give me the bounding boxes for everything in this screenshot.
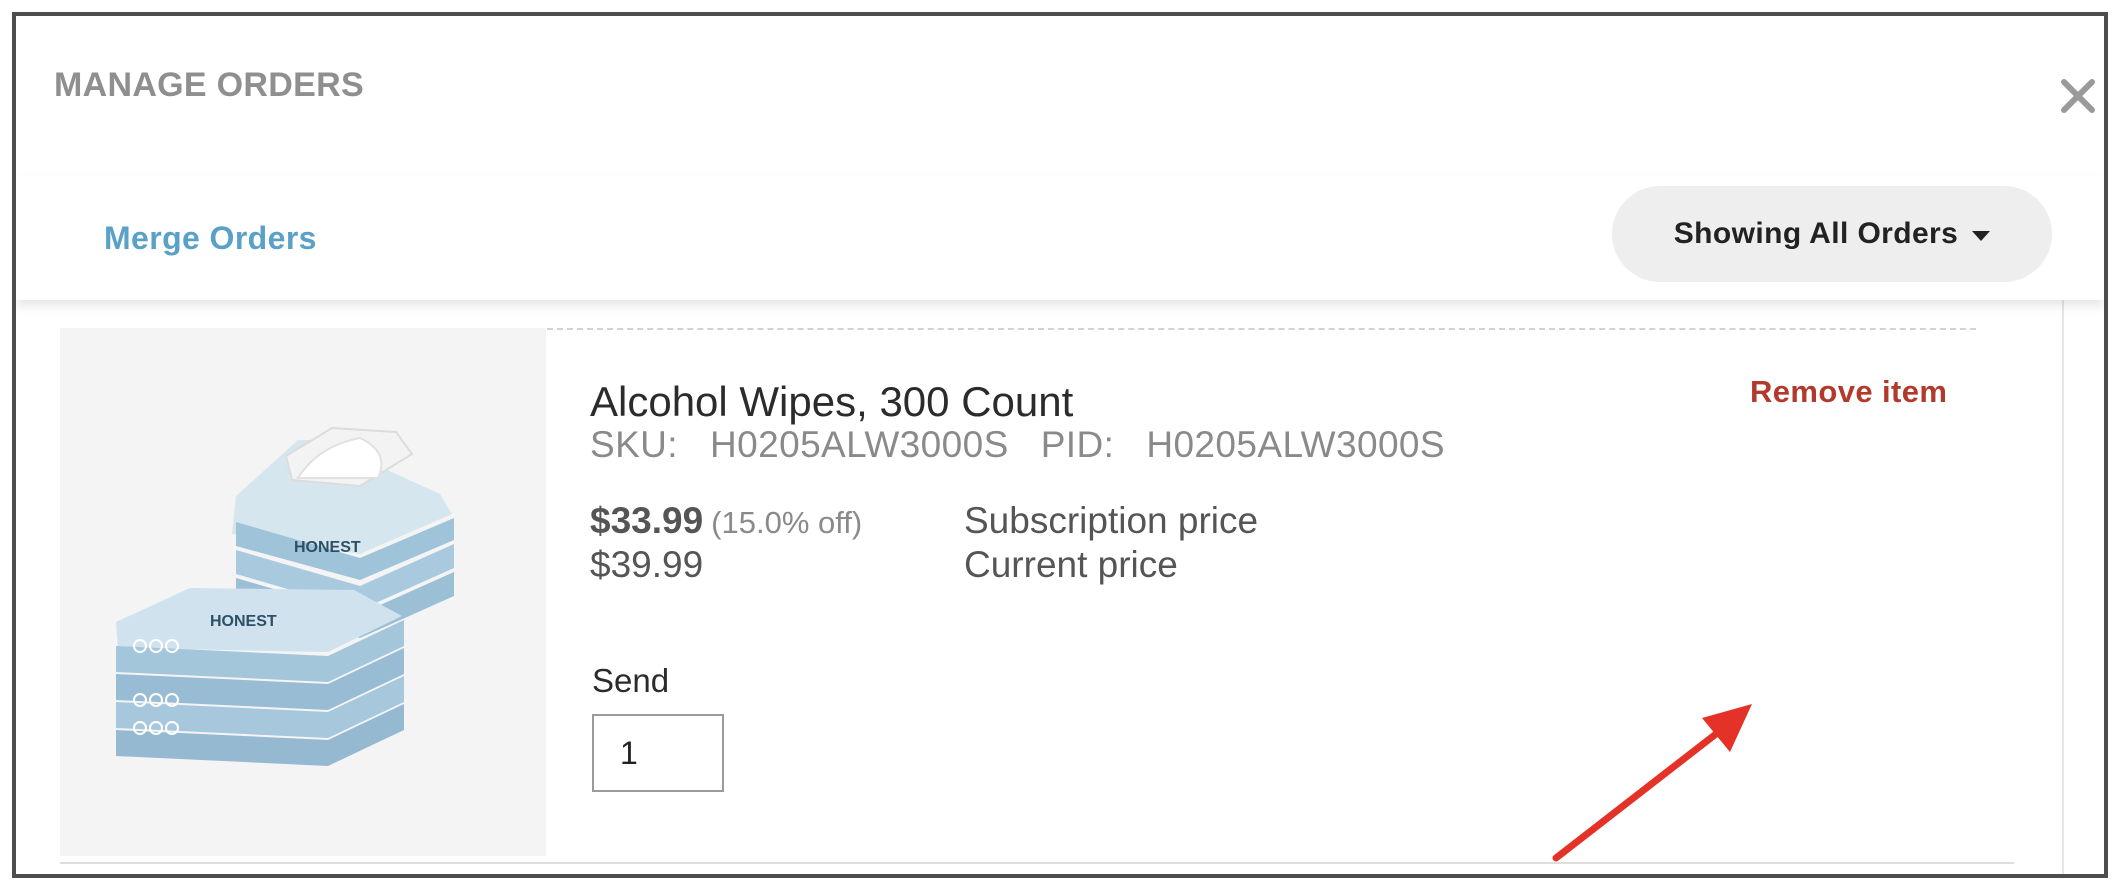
item-divider xyxy=(60,862,2014,864)
modal-title: MANAGE ORDERS xyxy=(54,66,364,104)
manage-orders-modal: MANAGE ORDERS Merge Orders Showing All O… xyxy=(12,12,2108,878)
merge-orders-link[interactable]: Merge Orders xyxy=(104,220,317,257)
subscription-price-amount: $33.99 xyxy=(590,500,704,541)
sku-value: H0205ALW3000S xyxy=(710,424,1009,465)
product-image: HONEST HONEST xyxy=(60,328,546,856)
wipes-packs-image: HONEST HONEST xyxy=(116,426,454,766)
current-price: $39.99 xyxy=(590,544,704,585)
annotation-arrow-icon xyxy=(1552,704,1752,862)
send-label: Send xyxy=(592,662,670,699)
remove-item-link[interactable]: Remove item xyxy=(1750,374,1947,410)
product-identifiers: SKU: H0205ALW3000S PID: H0205ALW3000S xyxy=(590,424,1445,466)
subscription-price-label: Subscription price xyxy=(964,500,1259,541)
subscription-price: $33.99 (15.0% off) xyxy=(590,500,862,542)
pid-label: PID: xyxy=(1040,424,1115,465)
send-quantity-input[interactable] xyxy=(592,714,724,792)
order-item-list: HONEST HONEST Alcohol Wipes, 300 Count S… xyxy=(16,300,2104,874)
order-filter-dropdown[interactable]: Showing All Orders xyxy=(1612,186,2052,282)
caret-down-icon xyxy=(1972,231,1991,241)
current-price-label: Current price xyxy=(964,544,1178,585)
order-filter-label: Showing All Orders xyxy=(1673,217,1959,250)
close-icon[interactable] xyxy=(2054,72,2102,120)
front-pack-stack: HONEST xyxy=(116,588,404,766)
brand-text-front: HONEST xyxy=(210,613,277,630)
orders-toolbar: Merge Orders Showing All Orders xyxy=(16,176,2104,300)
scroll-track[interactable] xyxy=(2062,300,2064,874)
discount-badge: (15.0% off) xyxy=(711,505,863,540)
brand-text-back: HONEST xyxy=(294,539,361,556)
pid-value: H0205ALW3000S xyxy=(1146,424,1445,465)
product-name: Alcohol Wipes, 300 Count xyxy=(590,378,1074,425)
sku-label: SKU: xyxy=(590,424,678,465)
